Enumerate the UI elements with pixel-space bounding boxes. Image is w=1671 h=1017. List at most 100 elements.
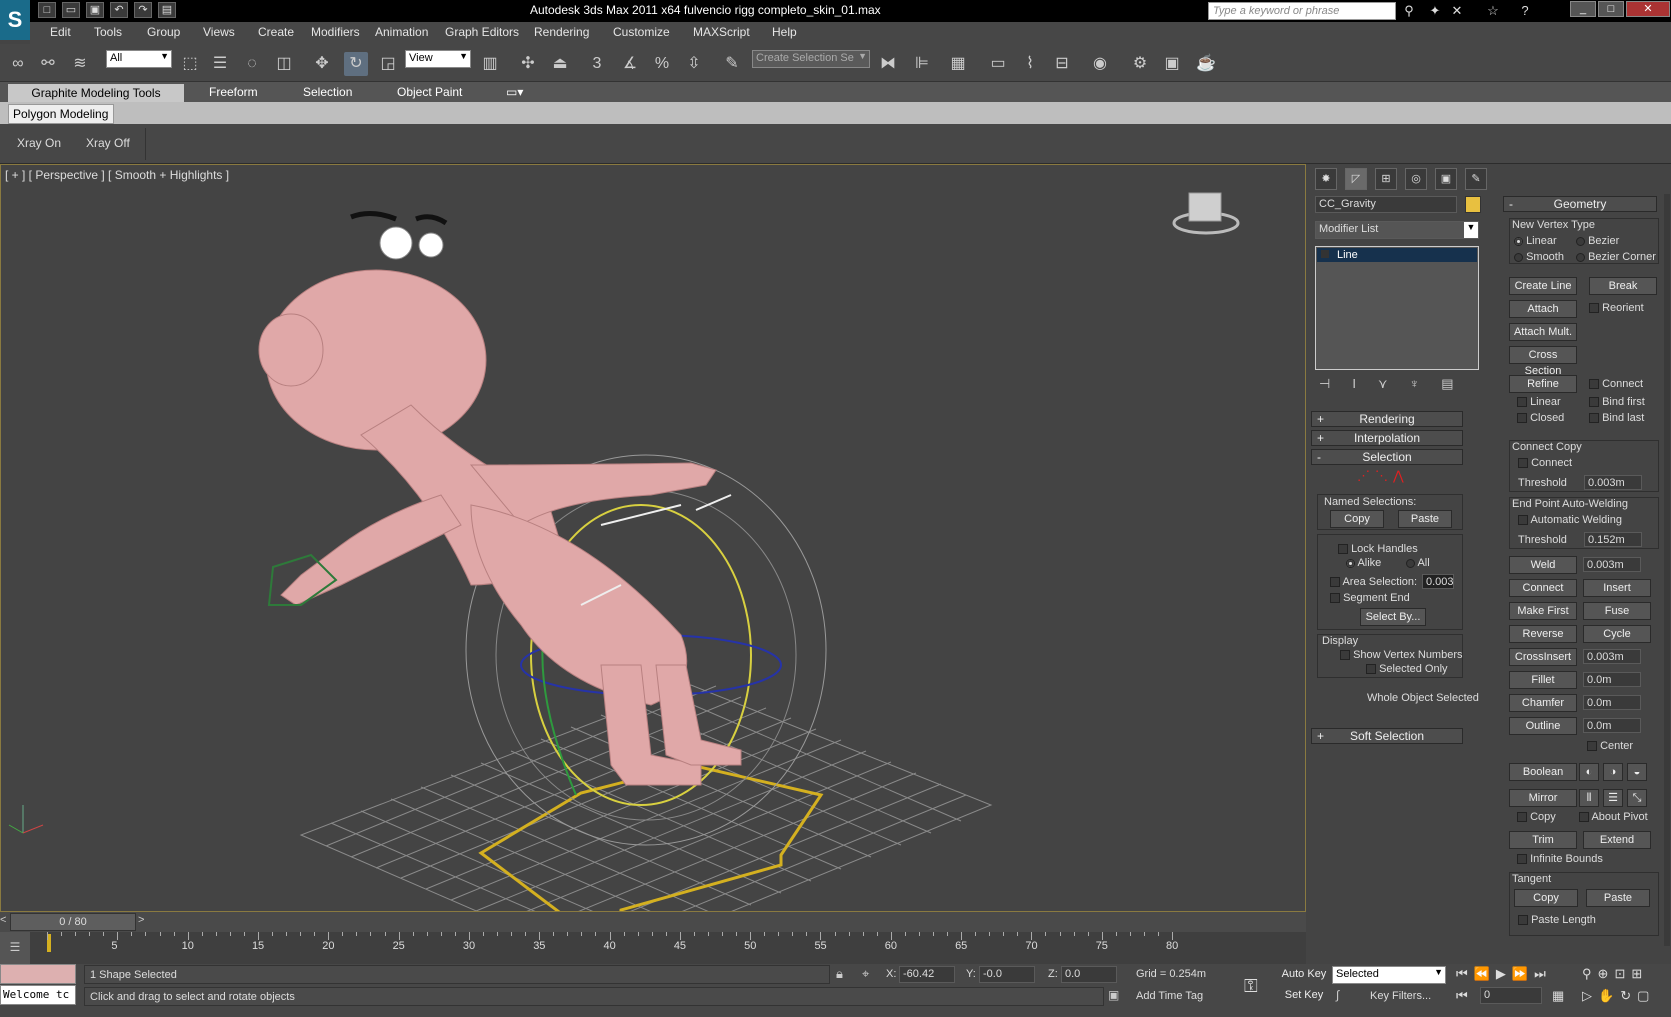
mirror-icon[interactable]: ⧓ <box>876 52 900 76</box>
maxscript-output[interactable]: Welcome tc <box>0 985 76 1005</box>
close-button[interactable]: ✕ <box>1626 1 1670 17</box>
crossinsert-input[interactable]: 0.003m <box>1583 649 1641 664</box>
mini-curve-editor-icon[interactable]: ☰ <box>0 932 30 964</box>
modifier-list-dropdown[interactable]: Modifier List ▼ <box>1315 221 1479 239</box>
application-button[interactable]: S <box>0 0 30 40</box>
mirror-copy-option[interactable]: Copy <box>1517 811 1556 823</box>
selection-filter-dropdown[interactable]: All ▼ <box>106 50 172 68</box>
named-selection-dropdown[interactable]: Create Selection Se ▼ <box>752 50 870 68</box>
orbit-icon[interactable]: ↻ <box>1620 988 1631 1004</box>
refine-connect-option[interactable]: Connect <box>1589 378 1643 390</box>
rollout-rendering[interactable]: + Rendering <box>1311 411 1463 427</box>
open-file-icon[interactable]: ▭ <box>62 2 80 18</box>
time-configuration-icon[interactable]: ▦ <box>1552 988 1564 1004</box>
current-frame-input[interactable]: 0 <box>1480 987 1542 1004</box>
go-to-start-icon[interactable]: ⏮ <box>1456 966 1468 982</box>
named-selection-paste-button[interactable]: Paste <box>1398 510 1452 528</box>
set-key-icon[interactable]: ⚿ <box>1244 976 1258 997</box>
menu-help[interactable]: Help <box>772 25 797 39</box>
reference-coordinate-dropdown[interactable]: View ▼ <box>405 50 471 68</box>
rollout-soft-selection[interactable]: + Soft Selection <box>1311 728 1463 744</box>
spinner-snap-icon[interactable]: ⇳ <box>682 52 706 76</box>
project-folder-icon[interactable]: ▤ <box>158 2 176 18</box>
favorites-star-icon[interactable]: ☆ <box>1484 2 1502 20</box>
menu-edit[interactable]: Edit <box>50 25 71 39</box>
menu-group[interactable]: Group <box>147 25 180 39</box>
infinite-bounds-option[interactable]: Infinite Bounds <box>1517 853 1603 865</box>
refine-button[interactable]: Refine <box>1509 375 1577 393</box>
tab-selection[interactable]: Selection <box>303 85 352 99</box>
window-crossing-icon[interactable]: ◫ <box>272 52 296 76</box>
save-icon[interactable]: ▣ <box>86 2 104 18</box>
selected-only-option[interactable]: Selected Only <box>1366 663 1448 675</box>
refine-linear-option[interactable]: Linear <box>1517 396 1561 408</box>
tools-icon[interactable]: ✕ <box>1448 2 1466 20</box>
communication-center-icon[interactable]: ✦ <box>1426 2 1444 20</box>
fuse-button[interactable]: Fuse <box>1583 602 1651 620</box>
time-tag-icon[interactable]: ▣ <box>1108 988 1119 1002</box>
create-line-button[interactable]: Create Line <box>1509 277 1577 295</box>
modifier-stack[interactable]: Line <box>1315 246 1479 370</box>
motion-tab-icon[interactable]: ◎ <box>1405 168 1427 190</box>
crossinsert-button[interactable]: CrossInsert <box>1509 648 1577 666</box>
menu-tools[interactable]: Tools <box>94 25 122 39</box>
fillet-button[interactable]: Fillet <box>1509 671 1577 689</box>
percent-snap-icon[interactable]: % <box>650 52 674 76</box>
selection-region-icon[interactable]: ◌ <box>240 52 264 76</box>
view-cube[interactable] <box>1172 192 1240 235</box>
rotate-icon[interactable]: ↻ <box>344 52 368 76</box>
chamfer-button[interactable]: Chamfer <box>1509 694 1577 712</box>
link-icon[interactable]: ∞ <box>6 52 30 76</box>
xray-off-button[interactable]: Xray Off <box>86 136 130 150</box>
make-unique-icon[interactable]: ⋎ <box>1378 376 1388 392</box>
angle-snap-icon[interactable]: ∡ <box>618 52 642 76</box>
graphite-toggle-icon[interactable]: ▭ <box>986 52 1010 76</box>
show-vertex-numbers-option[interactable]: Show Vertex Numbers <box>1340 649 1463 661</box>
center-option[interactable]: Center <box>1587 740 1633 752</box>
key-mode-toggle-icon[interactable]: ⏮ <box>1456 988 1468 1004</box>
vertex-bezier-option[interactable]: Bezier <box>1576 235 1619 247</box>
stack-item-line[interactable]: Line <box>1317 248 1477 262</box>
about-pivot-option[interactable]: About Pivot <box>1579 811 1648 823</box>
absolute-mode-icon[interactable]: ⌖ <box>862 966 869 982</box>
key-filters-button[interactable]: Key Filters... <box>1370 990 1431 1002</box>
bind-last-option[interactable]: Bind last <box>1589 412 1644 424</box>
y-coordinate-input[interactable]: -0.0 <box>979 966 1035 983</box>
welding-threshold-input[interactable]: 0.152m <box>1584 532 1642 547</box>
vertex-smooth-option[interactable]: Smooth <box>1514 251 1564 263</box>
menu-customize[interactable]: Customize <box>613 25 670 39</box>
vertex-linear-option[interactable]: Linear <box>1514 235 1557 247</box>
add-time-tag-button[interactable]: Add Time Tag <box>1136 990 1203 1002</box>
go-to-end-icon[interactable]: ⏭ <box>1534 966 1546 982</box>
sub-object-level-icons[interactable]: ⋰⋱⋀ <box>1357 468 1409 484</box>
select-by-name-icon[interactable]: ☰ <box>208 52 232 76</box>
time-slider[interactable]: < 0 / 80 > <box>0 912 1306 932</box>
tab-graphite-modeling-tools[interactable]: Graphite Modeling Tools <box>8 84 184 102</box>
curve-editor-icon[interactable]: ⌇ <box>1018 52 1042 76</box>
attach-button[interactable]: Attach <box>1509 300 1577 318</box>
display-tab-icon[interactable]: ▣ <box>1435 168 1457 190</box>
set-key-button[interactable]: Set Key <box>1280 987 1328 1005</box>
maximize-viewport-icon[interactable]: ▢ <box>1637 988 1649 1004</box>
time-slider-prev-icon[interactable]: < <box>0 914 10 926</box>
bind-space-warp-icon[interactable]: ≋ <box>68 52 92 76</box>
object-color-swatch[interactable] <box>1465 196 1481 213</box>
vertex-bezier-corner-option[interactable]: Bezier Corner <box>1576 251 1656 263</box>
x-coordinate-input[interactable]: -60.42 <box>899 966 955 983</box>
weld-button[interactable]: Weld <box>1509 556 1577 574</box>
layer-manager-icon[interactable]: ▦ <box>946 52 970 76</box>
boolean-union-icon[interactable]: ◐ <box>1579 763 1599 781</box>
fillet-input[interactable]: 0.0m <box>1583 672 1641 687</box>
manipulate-icon[interactable]: ✣ <box>516 52 540 76</box>
tab-polygon-modeling[interactable]: Polygon Modeling <box>8 104 114 124</box>
menu-graph-editors[interactable]: Graph Editors <box>445 25 519 39</box>
ribbon-options-icon[interactable]: ▭▾ <box>506 85 523 99</box>
cycle-button[interactable]: Cycle <box>1583 625 1651 643</box>
schematic-view-icon[interactable]: ⊟ <box>1050 52 1074 76</box>
outline-input[interactable]: 0.0m <box>1583 718 1641 733</box>
modify-tab-icon[interactable]: ◸ <box>1345 168 1367 190</box>
tangent-paste-button[interactable]: Paste <box>1586 889 1650 907</box>
selection-lock-icon[interactable]: 🔒︎ <box>836 966 843 982</box>
move-icon[interactable]: ✥ <box>310 52 334 76</box>
redo-icon[interactable]: ↷ <box>134 2 152 18</box>
